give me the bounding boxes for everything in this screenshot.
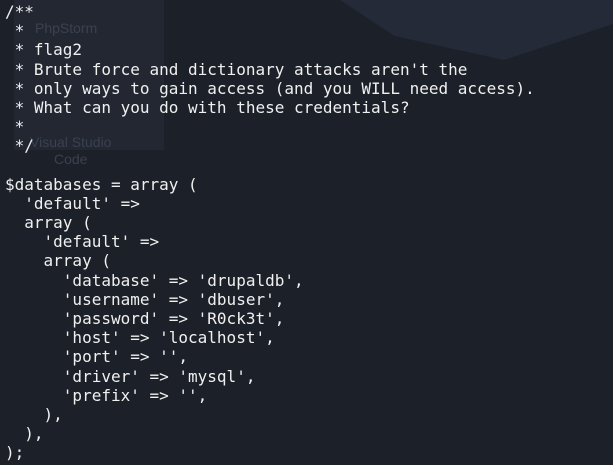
code-line: * only ways to gain access (and you WILL… [5,78,535,98]
code-line: * [5,21,25,41]
code-line: * What can you do with these credentials… [5,97,410,117]
code-line: 'driver' => 'mysql', [5,366,256,386]
code-line: * Brute force and dictionary attacks are… [5,59,468,79]
code-line: 'port' => '', [5,347,189,367]
code-line: ); [5,443,25,463]
code-line: 'password' => 'R0ck3t', [5,309,285,328]
code-line: /** [5,2,34,21]
code-line: ), [5,424,44,444]
code-line: */ [5,136,34,156]
code-line: $databases = array ( [5,174,198,194]
code-line: 'username' => 'dbuser', [5,289,285,309]
code-line: array ( [5,251,111,271]
code-line: ), [5,404,63,424]
code-line: 'host' => 'localhost', [5,328,275,348]
code-line: * [5,117,25,137]
code-line: 'default' => [5,193,140,213]
code-line: 'prefix' => '', [5,385,208,405]
code-line: 'default' => [5,232,160,252]
code-line: 'database' => 'drupaldb', [5,270,304,290]
terminal-output: /** * * flag2 * Brute force and dictiona… [5,2,535,463]
code-line: * flag2 [5,40,83,60]
terminal-window[interactable]: PhpStorm Visual Studio Code /** * * flag… [0,0,613,465]
code-line: array ( [5,213,92,233]
